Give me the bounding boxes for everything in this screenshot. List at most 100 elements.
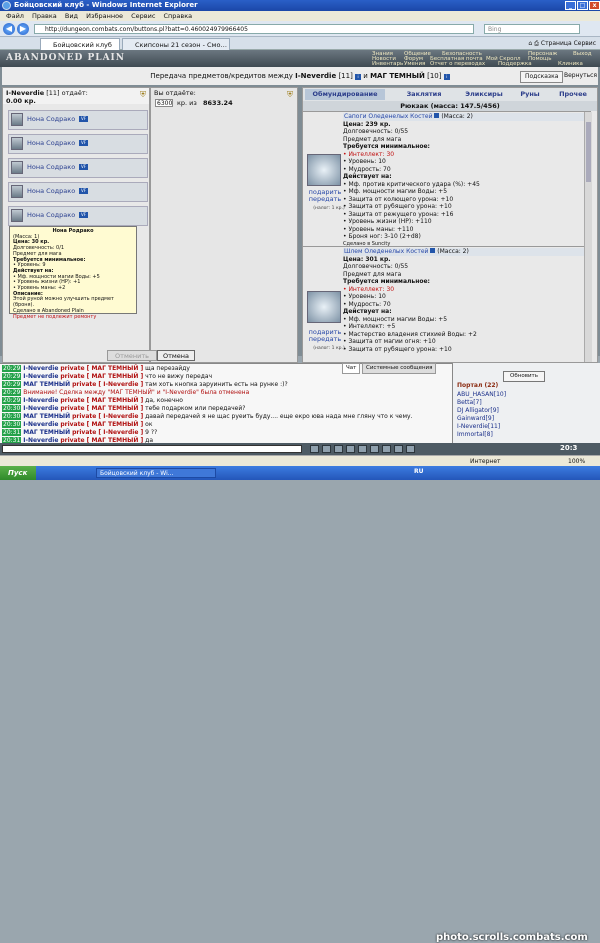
slot-item-name[interactable]: Нона Содрако <box>27 115 75 123</box>
chat-time[interactable]: 20:30 <box>2 405 22 412</box>
options-icon[interactable] <box>358 445 367 453</box>
chat-time[interactable]: 20:31 <box>2 429 22 436</box>
slot-item-name[interactable]: Нона Содрако <box>27 211 75 219</box>
chat-private[interactable]: private [ I-Neverdie ] <box>72 413 143 420</box>
tools-menu[interactable]: Сервис <box>574 40 596 47</box>
forward-arrow-icon[interactable]: ▶ <box>17 23 29 35</box>
online-user[interactable]: Betta[7] <box>457 399 482 406</box>
log-icon[interactable] <box>394 445 403 453</box>
menu-file[interactable]: Файл <box>6 12 24 20</box>
chat-time[interactable]: 20:30 <box>2 421 22 428</box>
chat-private[interactable]: private [ МАГ ТЕМНЫЙ ] <box>60 421 143 428</box>
offer-slot[interactable]: Нона Содрако VF <box>8 182 148 202</box>
chat-private[interactable]: private [ МАГ ТЕМНЫЙ ] <box>60 397 143 404</box>
chat-private[interactable]: private [ I-Neverdie ] <box>72 429 143 436</box>
filter-icon[interactable] <box>346 445 355 453</box>
item-name[interactable]: Шлем Оледенелых Костей <box>344 248 428 255</box>
online-user[interactable]: Gainward[9] <box>457 415 494 422</box>
help-button[interactable]: Подсказка <box>520 71 564 83</box>
chat-input[interactable] <box>2 445 302 453</box>
maximize-button[interactable]: □ <box>577 1 588 10</box>
transfer-link[interactable]: передать <box>303 196 347 203</box>
info-icon[interactable] <box>434 113 440 118</box>
menu-tools[interactable]: Сервис <box>131 12 155 20</box>
offer-slot[interactable]: Нона Содрако VF <box>8 158 148 178</box>
chat-time[interactable]: 20:29 <box>2 397 22 404</box>
credits-input[interactable]: 6300 <box>155 99 173 107</box>
menu-edit[interactable]: Правка <box>32 12 57 20</box>
online-user-name[interactable]: Gainward[9] <box>457 415 494 422</box>
page-menu[interactable]: Страница <box>541 40 572 47</box>
menu-favorites[interactable]: Избранное <box>86 12 123 20</box>
online-user-name[interactable]: Immortal[8] <box>457 431 493 438</box>
slot-item-name[interactable]: Нона Содрако <box>27 139 75 147</box>
chat-time[interactable]: 20:30 <box>2 413 22 420</box>
tab-other[interactable]: Прочее <box>551 89 595 100</box>
scroll-thumb[interactable] <box>586 122 591 182</box>
heading-user1[interactable]: I-Neverdie <box>295 72 336 80</box>
transfer-link[interactable]: передать <box>303 336 347 343</box>
offer-slot[interactable]: Нона Содрако VF <box>8 110 148 130</box>
send-icon[interactable] <box>310 445 319 453</box>
chat-from[interactable]: МАГ ТЕМНЫЙ <box>23 429 70 436</box>
close-button[interactable]: x <box>589 1 600 10</box>
minimize-button[interactable]: _ <box>565 1 576 10</box>
tab-equipment[interactable]: Обмундирование <box>305 89 385 100</box>
chat-time[interactable]: 20:29 <box>2 389 22 396</box>
chat-from[interactable]: МАГ ТЕМНЫЙ <box>23 413 70 420</box>
online-user-name[interactable]: ABU_HASAN[10] <box>457 391 506 398</box>
taskbar-item[interactable]: Бойцовский клуб - Wi... <box>96 468 216 478</box>
chat-time[interactable]: 20:29 <box>2 365 22 372</box>
online-user[interactable]: ABU_HASAN[10] <box>457 391 506 398</box>
info-icon[interactable]: i <box>355 74 362 80</box>
slot-item-name[interactable]: Нона Содрако <box>27 163 75 171</box>
search-input[interactable]: Bing <box>484 24 580 34</box>
tab-skipsons[interactable]: Скипсоны 21 сезон - Смотр... <box>122 38 230 50</box>
online-user[interactable]: Immortal[8] <box>457 431 493 438</box>
chat-private[interactable]: private [ МАГ ТЕМНЫЙ ] <box>60 365 143 372</box>
cancel-trade-button[interactable]: Отменить <box>107 350 157 361</box>
item-name[interactable]: Сапоги Оледенелых Костей <box>344 113 432 120</box>
tab-runes[interactable]: Руны <box>515 89 545 100</box>
tab-elixirs[interactable]: Эликсиры <box>459 89 509 100</box>
home-icon[interactable]: ⌂ <box>528 40 532 47</box>
clear-icon[interactable] <box>334 445 343 453</box>
tab-spells[interactable]: Заклятия <box>399 89 449 100</box>
gm-exit[interactable]: Выход <box>573 51 592 58</box>
info-icon[interactable]: i <box>443 74 450 80</box>
chat-private[interactable]: private [ МАГ ТЕМНЫЙ ] <box>60 373 143 380</box>
chat-time[interactable]: 20:29 <box>2 381 22 388</box>
tab-system-messages[interactable]: Системные сообщения <box>362 363 437 374</box>
tab-chat[interactable]: Чат <box>342 363 361 374</box>
online-user-name[interactable]: DJ Alligator[9] <box>457 407 499 414</box>
chat-from[interactable]: I-Neverdie <box>23 397 58 404</box>
language-indicator[interactable]: RU <box>414 468 424 475</box>
chat-from[interactable]: I-Neverdie <box>23 405 58 412</box>
tab-combats[interactable]: Бойцовский клуб <box>40 38 120 50</box>
inventory-scrollbar[interactable] <box>584 112 592 362</box>
url-input[interactable]: http://dungeon.combats.com/buttons.pl?ba… <box>34 24 474 34</box>
back-arrow-icon[interactable]: ◀ <box>3 23 15 35</box>
online-user[interactable]: I-Neverdie[11] <box>457 423 500 430</box>
users-icon[interactable] <box>406 445 415 453</box>
info-icon[interactable] <box>430 248 436 253</box>
menu-help[interactable]: Справка <box>164 12 193 20</box>
online-user[interactable]: DJ Alligator[9] <box>457 407 499 414</box>
slot-item-name[interactable]: Нона Содрако <box>27 187 75 195</box>
smile-icon[interactable] <box>322 445 331 453</box>
chat-private[interactable]: private [ МАГ ТЕМНЫЙ ] <box>60 405 143 412</box>
chat-from[interactable]: I-Neverdie <box>23 365 58 372</box>
chat-from[interactable]: I-Neverdie <box>23 373 58 380</box>
offer-slot[interactable]: Нона Содрако VF <box>8 206 148 226</box>
translit-icon[interactable] <box>370 445 379 453</box>
volume-icon[interactable] <box>382 445 391 453</box>
chat-private[interactable]: private [ I-Neverdie ] <box>72 381 143 388</box>
my-name[interactable]: I-Neverdie <box>6 89 44 97</box>
chat-time[interactable]: 20:29 <box>2 373 22 380</box>
online-user-name[interactable]: Betta[7] <box>457 399 482 406</box>
chat-from[interactable]: МАГ ТЕМНЫЙ <box>23 381 70 388</box>
print-icon[interactable]: ⎙ <box>534 40 539 47</box>
back-link[interactable]: Вернуться <box>560 71 600 81</box>
chat-from[interactable]: I-Neverdie <box>23 421 58 428</box>
start-button[interactable]: Пуск <box>0 466 36 480</box>
